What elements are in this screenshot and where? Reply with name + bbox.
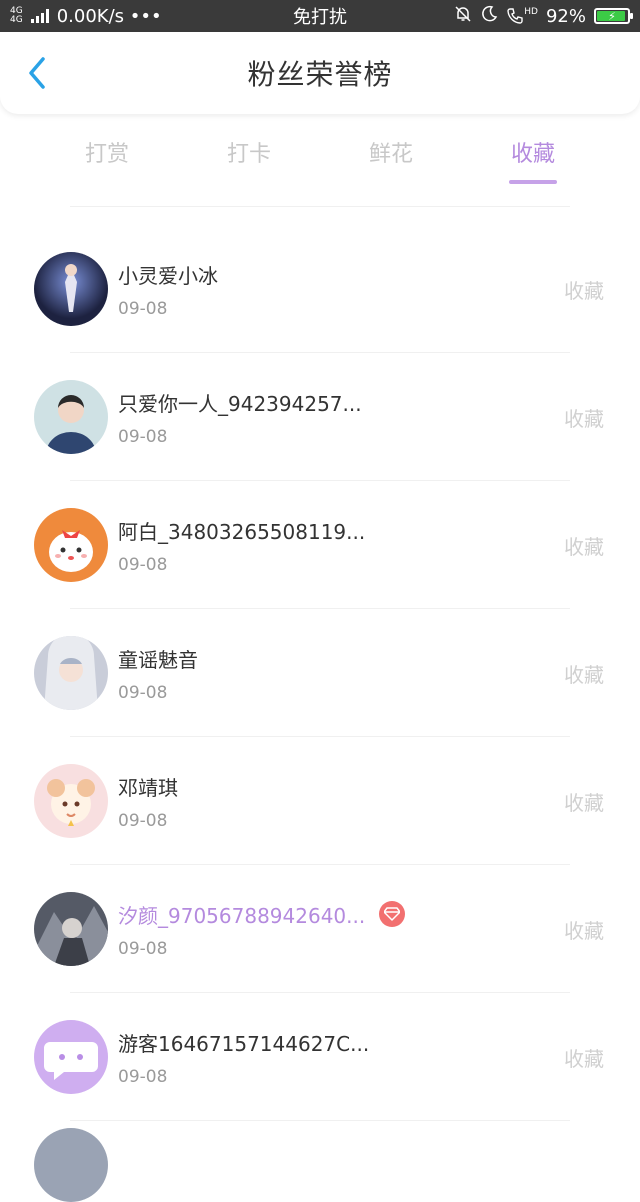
tab-label: 收藏	[510, 142, 555, 167]
fan-list: 小灵爱小冰 09-08 收藏 只爱你一人_942394257... 09-08 收藏 阿白_…	[0, 207, 640, 1121]
avatar[interactable]	[34, 892, 108, 966]
list-item[interactable]: 童谣魅音 09-08 收藏	[0, 609, 640, 737]
date-label: 09-08	[118, 1066, 168, 1087]
user-info: 只爱你一人_942394257... 09-08	[118, 388, 362, 447]
action-label: 收藏	[564, 278, 604, 303]
user-info: 童谣魅音 09-08	[118, 644, 198, 703]
name-line: 游客16467157144627C...	[118, 1028, 369, 1057]
action-label: 收藏	[564, 1046, 604, 1071]
user-info: 阿白_34803265508119... 09-08	[118, 516, 365, 575]
status-bar: 4G 4G 0.00K/s ••• 免打扰 HD 92% ⚡	[0, 0, 640, 32]
chevron-left-icon	[29, 57, 45, 89]
signal-icon	[30, 9, 49, 23]
user-name[interactable]: 童谣魅音	[118, 644, 198, 673]
date-label: 09-08	[118, 810, 168, 831]
tab-bar: 打赏 打卡 鲜花 收藏	[0, 114, 640, 206]
list-item[interactable]: 小灵爱小冰 09-08 收藏	[0, 225, 640, 353]
user-name[interactable]: 汐颜_97056788942640...	[118, 900, 365, 929]
battery-percent: 92%	[545, 5, 586, 27]
list-item[interactable]: 汐颜_97056788942640... 09-08 收藏	[0, 865, 640, 993]
phone-hd-icon: HD	[506, 7, 538, 25]
name-line: 汐颜_97056788942640...	[118, 900, 406, 929]
tab-checkin[interactable]: 打卡	[227, 136, 271, 184]
user-name[interactable]: 阿白_34803265508119...	[118, 516, 365, 545]
action-label: 收藏	[564, 790, 604, 815]
diamond-badge-icon	[379, 901, 406, 927]
user-info: 小灵爱小冰 09-08	[118, 260, 218, 319]
header: 粉丝荣誉榜	[0, 32, 640, 114]
page-title: 粉丝荣誉榜	[247, 58, 393, 91]
avatar[interactable]	[34, 764, 108, 838]
do-not-disturb-label: 免打扰	[293, 7, 347, 28]
date-label: 09-08	[118, 426, 168, 447]
status-right: HD 92% ⚡	[454, 5, 633, 28]
user-info: 游客16467157144627C... 09-08	[118, 1028, 369, 1087]
tab-label: 鲜花	[368, 142, 413, 167]
tab-favorite[interactable]: 收藏	[508, 136, 557, 184]
hd-label: HD	[524, 7, 538, 17]
avatar[interactable]	[34, 380, 108, 454]
tab-flowers[interactable]: 鲜花	[369, 136, 413, 184]
action-label: 收藏	[564, 534, 604, 559]
action-label: 收藏	[564, 918, 604, 943]
date-label: 09-08	[118, 298, 168, 319]
bell-muted-icon	[454, 5, 472, 28]
battery-icon: ⚡	[594, 8, 633, 24]
avatar[interactable]	[34, 252, 108, 326]
avatar[interactable]	[34, 1128, 108, 1202]
user-name[interactable]: 只爱你一人_942394257...	[118, 388, 362, 417]
list-item[interactable]: 阿白_34803265508119... 09-08 收藏	[0, 481, 640, 609]
user-name[interactable]: 邓靖琪	[118, 772, 178, 801]
name-line: 只爱你一人_942394257...	[118, 388, 362, 417]
user-name[interactable]: 游客16467157144627C...	[118, 1028, 369, 1057]
charging-icon: ⚡	[608, 9, 616, 23]
network-speed: 0.00K/s •••	[56, 5, 162, 27]
action-label: 收藏	[564, 662, 604, 687]
moon-icon	[480, 5, 498, 28]
name-line: 童谣魅音	[118, 644, 198, 673]
date-label: 09-08	[118, 554, 168, 575]
name-line: 阿白_34803265508119...	[118, 516, 365, 545]
back-button[interactable]	[22, 53, 52, 93]
avatar[interactable]	[34, 636, 108, 710]
network-type-bottom: 4G	[10, 15, 23, 25]
user-name[interactable]: 小灵爱小冰	[118, 260, 218, 289]
list-item[interactable]: 只爱你一人_942394257... 09-08 收藏	[0, 353, 640, 481]
tab-label: 打赏	[84, 142, 129, 167]
date-label: 09-08	[118, 938, 168, 959]
user-info: 邓靖琪 09-08	[118, 772, 178, 831]
date-label: 09-08	[118, 682, 168, 703]
list-item[interactable]: 游客16467157144627C... 09-08 收藏	[0, 993, 640, 1121]
user-info: 汐颜_97056788942640... 09-08	[118, 900, 406, 959]
avatar[interactable]	[34, 508, 108, 582]
status-left: 4G 4G 0.00K/s •••	[10, 6, 162, 27]
name-line: 小灵爱小冰	[118, 260, 218, 289]
tab-label: 打卡	[226, 142, 271, 167]
network-type: 4G 4G	[10, 7, 23, 25]
name-line: 邓靖琪	[118, 772, 178, 801]
tab-reward[interactable]: 打赏	[85, 136, 129, 184]
active-tab-indicator	[508, 180, 557, 184]
action-label: 收藏	[564, 406, 604, 431]
list-item[interactable]: 邓靖琪 09-08 收藏	[0, 737, 640, 865]
avatar[interactable]	[34, 1020, 108, 1094]
